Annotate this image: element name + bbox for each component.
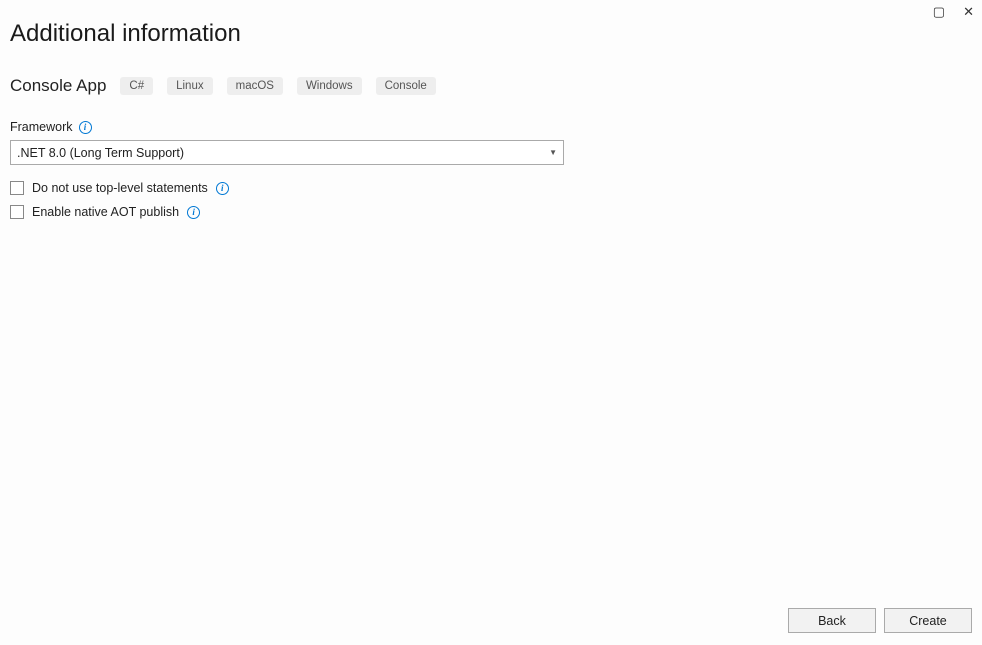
checkbox-label-aot-publish: Enable native AOT publish [32,205,179,219]
info-icon[interactable]: i [187,206,200,219]
checkbox-aot-publish[interactable] [10,205,24,219]
framework-select[interactable]: .NET 8.0 (Long Term Support) ▼ [10,140,564,165]
subtitle-row: Console App C# Linux macOS Windows Conso… [10,76,972,96]
checkbox-row-aot: Enable native AOT publish i [10,205,972,219]
checkbox-label-no-top-level: Do not use top-level statements [32,181,208,195]
tag-csharp: C# [120,77,153,95]
footer-buttons: Back Create [788,608,972,633]
framework-select-wrapper: .NET 8.0 (Long Term Support) ▼ [10,140,564,165]
window-controls: ▢ ✕ [925,0,982,24]
main-content: Additional information Console App C# Li… [0,0,982,219]
tag-console: Console [376,77,436,95]
info-icon[interactable]: i [216,182,229,195]
create-button[interactable]: Create [884,608,972,633]
close-button[interactable]: ✕ [963,4,974,20]
maximize-button[interactable]: ▢ [933,4,945,20]
tag-linux: Linux [167,77,213,95]
framework-label-row: Framework i [10,120,972,134]
back-button[interactable]: Back [788,608,876,633]
checkbox-row-toplevel: Do not use top-level statements i [10,181,972,195]
info-icon[interactable]: i [79,121,92,134]
page-title: Additional information [10,20,972,48]
framework-label: Framework [10,120,73,134]
tag-macos: macOS [227,77,283,95]
checkbox-no-top-level[interactable] [10,181,24,195]
project-type-label: Console App [10,76,106,96]
chevron-down-icon: ▼ [549,148,557,157]
framework-selected-value: .NET 8.0 (Long Term Support) [17,146,184,160]
tag-windows: Windows [297,77,362,95]
